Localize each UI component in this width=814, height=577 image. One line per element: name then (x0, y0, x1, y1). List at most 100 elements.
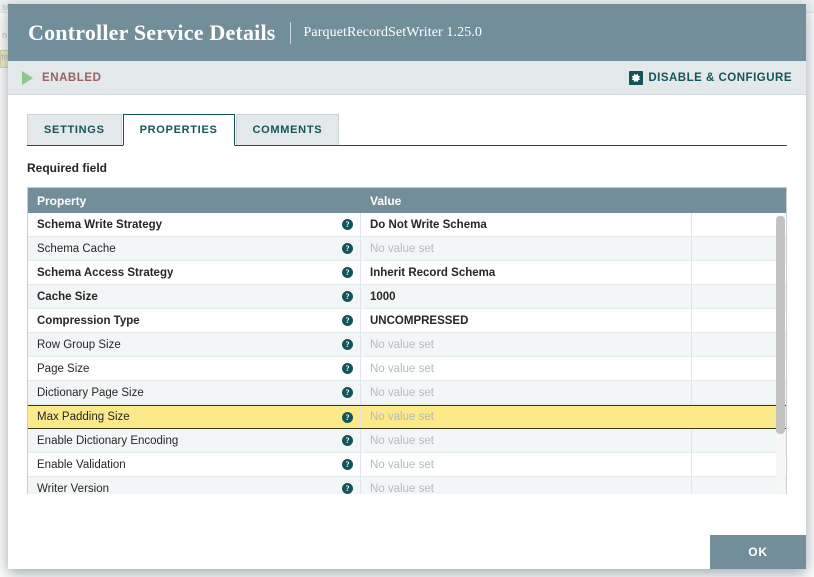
play-triangle-icon (22, 71, 33, 85)
question-mark-icon[interactable]: ? (342, 435, 353, 446)
dialog-footer: OK (8, 535, 806, 569)
property-name: Writer Version (37, 483, 109, 495)
property-name: Cache Size (37, 291, 98, 303)
table-scrollbar-thumb[interactable] (776, 216, 785, 434)
value-cell[interactable]: No value set (361, 357, 692, 380)
value-cell[interactable]: No value set (361, 237, 692, 260)
property-cell: Compression Type? (28, 309, 361, 332)
service-state-label: ENABLED (42, 72, 101, 84)
table-row[interactable]: Compression Type?UNCOMPRESSED (28, 309, 786, 333)
question-mark-icon[interactable]: ? (342, 459, 353, 470)
property-name: Compression Type (37, 315, 140, 327)
table-row[interactable]: Max Padding Size?No value set (28, 405, 786, 429)
question-mark-icon[interactable]: ? (342, 243, 353, 254)
value-cell[interactable]: Inherit Record Schema (361, 261, 692, 284)
dialog-title-bar: Controller Service Details ParquetRecord… (8, 4, 806, 61)
title-divider (290, 22, 291, 44)
value-cell[interactable]: No value set (361, 406, 692, 428)
required-field-note: Required field (27, 161, 787, 175)
property-name: Schema Write Strategy (37, 219, 162, 231)
table-row[interactable]: Schema Cache?No value set (28, 237, 786, 261)
table-row[interactable]: Writer Version?No value set (28, 477, 786, 494)
value-cell[interactable]: No value set (361, 429, 692, 452)
actions-cell (692, 406, 786, 428)
tab-properties[interactable]: PROPERTIES (123, 114, 235, 146)
table-row[interactable]: Schema Write Strategy?Do Not Write Schem… (28, 213, 786, 237)
tab-comments[interactable]: COMMENTS (236, 114, 340, 145)
property-name: Enable Dictionary Encoding (37, 435, 178, 447)
table-row[interactable]: Row Group Size?No value set (28, 333, 786, 357)
table-row[interactable]: Cache Size?1000 (28, 285, 786, 309)
actions-cell (692, 333, 786, 356)
dialog-title: Controller Service Details (28, 20, 276, 46)
gear-icon (629, 71, 643, 85)
property-name: Schema Access Strategy (37, 267, 173, 279)
value-cell[interactable]: UNCOMPRESSED (361, 309, 692, 332)
value-cell[interactable]: No value set (361, 381, 692, 404)
table-row[interactable]: Enable Validation?No value set (28, 453, 786, 477)
property-name: Page Size (37, 363, 89, 375)
property-cell: Schema Access Strategy? (28, 261, 361, 284)
table-rows-viewport: Schema Write Strategy?Do Not Write Schem… (28, 213, 786, 494)
tab-bar: SETTINGSPROPERTIESCOMMENTS (27, 113, 787, 146)
disable-and-configure-label: DISABLE & CONFIGURE (648, 72, 792, 84)
actions-cell (692, 381, 786, 404)
actions-cell (692, 309, 786, 332)
actions-cell (692, 429, 786, 452)
value-cell[interactable]: No value set (361, 453, 692, 476)
value-cell[interactable]: 1000 (361, 285, 692, 308)
property-name: Dictionary Page Size (37, 387, 144, 399)
property-cell: Schema Write Strategy? (28, 213, 361, 236)
dialog-subtitle: ParquetRecordSetWriter 1.25.0 (304, 25, 482, 41)
table-header-row: Property Value (28, 188, 786, 213)
controller-service-details-dialog: Controller Service Details ParquetRecord… (8, 4, 806, 569)
question-mark-icon[interactable]: ? (342, 291, 353, 302)
actions-cell (692, 453, 786, 476)
property-cell: Row Group Size? (28, 333, 361, 356)
dialog-body: SETTINGSPROPERTIESCOMMENTS Required fiel… (8, 95, 806, 569)
question-mark-icon[interactable]: ? (342, 483, 353, 494)
column-header-property[interactable]: Property (28, 194, 361, 208)
value-cell[interactable]: No value set (361, 333, 692, 356)
table-row[interactable]: Schema Access Strategy?Inherit Record Sc… (28, 261, 786, 285)
column-header-value[interactable]: Value (361, 194, 786, 208)
question-mark-icon[interactable]: ? (342, 363, 353, 374)
property-cell: Cache Size? (28, 285, 361, 308)
property-cell: Max Padding Size? (28, 406, 361, 428)
ok-button[interactable]: OK (710, 535, 806, 569)
actions-cell (692, 285, 786, 308)
property-cell: Enable Validation? (28, 453, 361, 476)
property-name: Row Group Size (37, 339, 121, 351)
question-mark-icon[interactable]: ? (342, 219, 353, 230)
question-mark-icon[interactable]: ? (342, 339, 353, 350)
property-cell: Dictionary Page Size? (28, 381, 361, 404)
property-table: Property Value Schema Write Strategy?Do … (27, 187, 787, 494)
service-status-bar: ENABLED DISABLE & CONFIGURE (8, 61, 806, 95)
value-cell[interactable]: No value set (361, 477, 692, 494)
actions-cell (692, 261, 786, 284)
question-mark-icon[interactable]: ? (342, 315, 353, 326)
property-cell: Schema Cache? (28, 237, 361, 260)
background-text-fragment: n (2, 30, 7, 40)
property-name: Max Padding Size (37, 411, 130, 423)
value-cell[interactable]: Do Not Write Schema (361, 213, 692, 236)
property-cell: Page Size? (28, 357, 361, 380)
service-state: ENABLED (22, 71, 101, 85)
table-scrollbar[interactable] (776, 215, 785, 493)
property-cell: Enable Dictionary Encoding? (28, 429, 361, 452)
table-row[interactable]: Page Size?No value set (28, 357, 786, 381)
actions-cell (692, 357, 786, 380)
question-mark-icon[interactable]: ? (342, 267, 353, 278)
disable-and-configure-button[interactable]: DISABLE & CONFIGURE (629, 71, 792, 85)
tab-settings[interactable]: SETTINGS (27, 114, 122, 145)
actions-cell (692, 237, 786, 260)
actions-cell (692, 477, 786, 494)
question-mark-icon[interactable]: ? (342, 387, 353, 398)
question-mark-icon[interactable]: ? (342, 412, 353, 423)
table-row[interactable]: Enable Dictionary Encoding?No value set (28, 429, 786, 453)
actions-cell (692, 213, 786, 236)
property-name: Schema Cache (37, 243, 116, 255)
table-row[interactable]: Dictionary Page Size?No value set (28, 381, 786, 405)
property-cell: Writer Version? (28, 477, 361, 494)
property-name: Enable Validation (37, 459, 126, 471)
